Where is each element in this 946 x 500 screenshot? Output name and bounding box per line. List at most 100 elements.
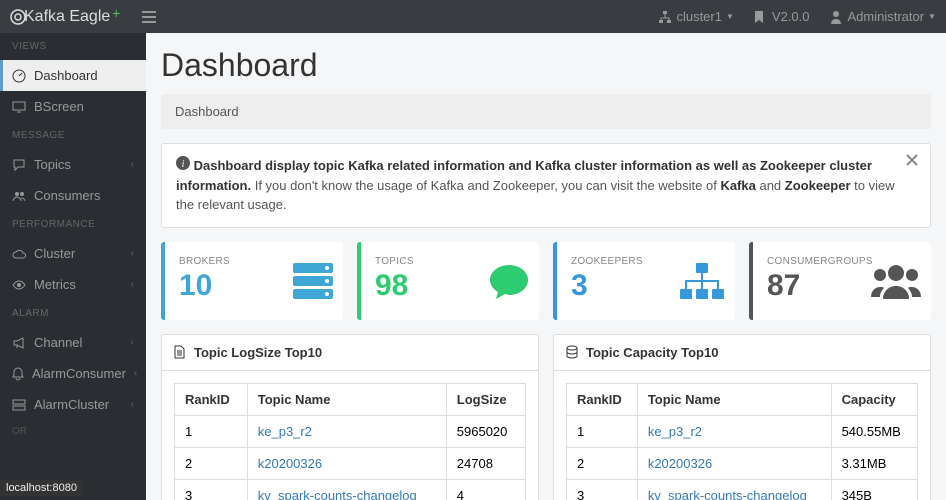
user-label: Administrator — [848, 9, 925, 24]
topic-link[interactable]: ke_p3_r2 — [258, 424, 312, 439]
sidebar-item-alarmconsumer[interactable]: AlarmConsumer ‹ — [0, 358, 146, 389]
stats-row: BROKERS 10 TOPICS 98 ZOOKEEPERS 3 — [161, 242, 931, 320]
table-row: 1ke_p3_r25965020 — [175, 415, 526, 447]
topic-link[interactable]: k20200326 — [648, 456, 712, 471]
sitemap-icon — [658, 10, 672, 24]
users-icon — [12, 190, 26, 202]
cell-value: 540.55MB — [831, 415, 917, 447]
version-link[interactable]: V2.0.0 — [744, 9, 820, 24]
chevron-left-icon: ‹ — [134, 368, 137, 379]
version-label: V2.0.0 — [772, 9, 810, 24]
sidebar-item-channel[interactable]: Channel‹ — [0, 327, 146, 358]
bullhorn-icon — [12, 337, 26, 349]
sidebar-section-header: MESSAGE — [0, 122, 146, 149]
panel-head: Topic LogSize Top10 — [162, 335, 538, 371]
chevron-left-icon: ‹ — [131, 279, 134, 290]
sidebar-item-label: Consumers — [34, 188, 134, 203]
breadcrumb: Dashboard — [161, 94, 931, 129]
file-icon — [174, 345, 188, 359]
stat-zookeepers[interactable]: ZOOKEEPERS 3 — [553, 242, 735, 320]
cell-value: 3.31MB — [831, 447, 917, 479]
cell-topic: k20200326 — [637, 447, 831, 479]
info-alert: i Dashboard display topic Kafka related … — [161, 143, 931, 228]
server-icon — [12, 399, 26, 411]
caret-down-icon: ▼ — [928, 12, 936, 21]
sidebar-item-consumers[interactable]: Consumers — [0, 180, 146, 211]
panel-logsize: Topic LogSize Top10 RankID Topic Name Lo… — [161, 334, 539, 500]
cell-rank: 1 — [567, 415, 638, 447]
cloud-icon — [12, 249, 26, 259]
sidebar-section-header: ALARM — [0, 300, 146, 327]
sidebar-section-header: VIEWS — [0, 33, 146, 60]
brand-plus: + — [112, 5, 120, 21]
topic-link[interactable]: k20200326 — [258, 456, 322, 471]
col-topicname: Topic Name — [247, 383, 446, 415]
cell-topic: kv_spark-counts-changelog — [247, 479, 446, 500]
panel-title: Topic LogSize Top10 — [194, 345, 322, 360]
chevron-left-icon: ‹ — [131, 399, 134, 410]
brand[interactable]: Kafka Eagle + — [0, 8, 130, 26]
server-icon — [291, 259, 335, 303]
sidebar-item-label: Topics — [34, 157, 123, 172]
user-dropdown[interactable]: Administrator ▼ — [820, 9, 946, 24]
sidebar-item-topics[interactable]: Topics ‹ — [0, 149, 146, 180]
tv-icon — [12, 101, 26, 113]
alert-close-button[interactable] — [906, 154, 918, 166]
sidebar-item-cluster[interactable]: Cluster‹ — [0, 238, 146, 269]
chevron-left-icon: ‹ — [131, 248, 134, 259]
cell-topic: kv_spark-counts-changelog — [637, 479, 831, 500]
database-icon — [566, 345, 580, 359]
alert-zk: Zookeeper — [785, 178, 851, 193]
bookmark-icon — [754, 10, 768, 24]
sitemap-icon — [677, 259, 727, 303]
col-rankid: RankID — [567, 383, 638, 415]
dashboard-icon — [12, 69, 26, 83]
cell-rank: 1 — [175, 415, 248, 447]
close-icon — [906, 154, 918, 166]
sidebar-item-metrics[interactable]: Metrics‹ — [0, 269, 146, 300]
sidebar: VIEWSDashboard BScreen MESSAGE Topics ‹ Consu… — [0, 33, 146, 500]
chevron-left-icon: ‹ — [131, 337, 134, 348]
sidebar-section-header: PERFORMANCE — [0, 211, 146, 238]
user-icon — [830, 10, 844, 24]
table-row: 2k2020032624708 — [175, 447, 526, 479]
topic-link[interactable]: kv_spark-counts-changelog — [648, 488, 807, 500]
table-row: 1 ke_p3_r2 540.55MB — [567, 415, 918, 447]
cell-value: 345B — [831, 479, 917, 500]
alert-kafka: Kafka — [720, 178, 755, 193]
cluster-dropdown[interactable]: cluster1 ▼ — [648, 9, 743, 24]
svg-text:i: i — [182, 159, 185, 170]
alert-text2: and — [756, 178, 785, 193]
sidebar-item-dashboard[interactable]: Dashboard — [0, 60, 146, 91]
comment-icon — [12, 158, 26, 172]
stat-topics[interactable]: TOPICS 98 — [357, 242, 539, 320]
sidebar-item-bscreen[interactable]: BScreen — [0, 91, 146, 122]
cell-value: 4 — [446, 479, 525, 500]
table-row: 3kv_spark-counts-changelog345B — [567, 479, 918, 500]
capacity-table: RankID Topic Name Capacity 1 ke_p3_r2 540.… — [566, 383, 918, 500]
col-capacity: Capacity — [831, 383, 917, 415]
chevron-left-icon: ‹ — [131, 159, 134, 170]
info-icon: i — [176, 156, 190, 170]
col-rankid: RankID — [175, 383, 248, 415]
cell-rank: 3 — [175, 479, 248, 500]
topbar-right: cluster1 ▼ V2.0.0 Administrator ▼ — [648, 9, 946, 24]
sidebar-toggle[interactable] — [130, 11, 168, 23]
sidebar-item-alarmcluster[interactable]: AlarmCluster‹ — [0, 389, 146, 420]
alert-text1: If you don't know the usage of Kafka and… — [251, 178, 720, 193]
panel-head: Topic Capacity Top10 — [554, 335, 930, 371]
panel-capacity: Topic Capacity Top10 RankID Topic Name C… — [553, 334, 931, 500]
caret-down-icon: ▼ — [726, 12, 734, 21]
stat-brokers[interactable]: BROKERS 10 — [161, 242, 343, 320]
logo-icon — [10, 9, 24, 25]
stat-consumergroups[interactable]: CONSUMERGROUPS 87 — [749, 242, 931, 320]
panel-title: Topic Capacity Top10 — [586, 345, 718, 360]
topic-link[interactable]: ke_p3_r2 — [648, 424, 702, 439]
eye-icon — [12, 280, 26, 290]
topic-link[interactable]: kv_spark-counts-changelog — [258, 488, 417, 500]
sidebar-item-label: BScreen — [34, 99, 134, 114]
sidebar-item-label: AlarmConsumer — [32, 366, 126, 381]
brand-name: Kafka Eagle — [24, 8, 110, 26]
sidebar-footer: OR — [0, 420, 146, 443]
col-topicname: Topic Name — [637, 383, 831, 415]
